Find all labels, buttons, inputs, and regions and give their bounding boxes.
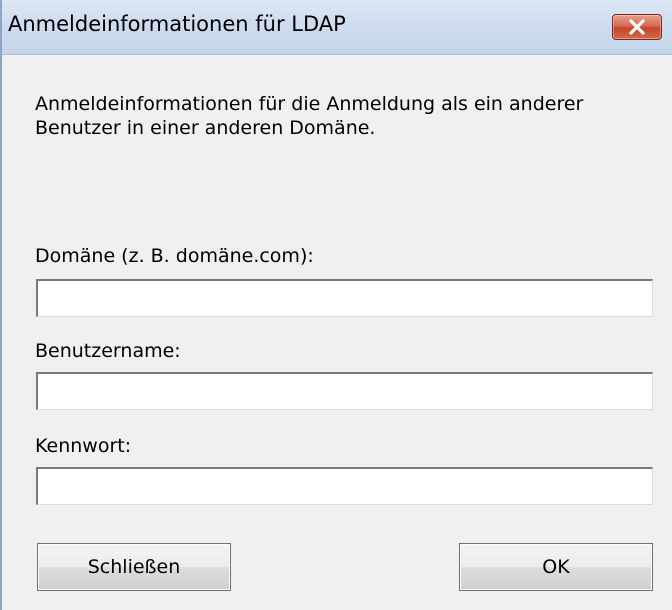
window-title: Anmeldeinformationen für LDAP: [8, 12, 346, 36]
close-window-button[interactable]: [612, 14, 662, 40]
description-text: Anmeldeinformationen für die Anmeldung a…: [35, 93, 584, 139]
username-label: Benutzername:: [35, 340, 181, 362]
ldap-credentials-dialog: Anmeldeinformationen für LDAP Anmeldeinf…: [0, 0, 672, 610]
password-label: Kennwort:: [35, 435, 132, 457]
domain-label: Domäne (z. B. domäne.com):: [35, 245, 314, 267]
password-input[interactable]: [36, 467, 653, 505]
ok-button[interactable]: OK: [459, 543, 653, 591]
close-icon: [629, 19, 645, 35]
title-bar[interactable]: Anmeldeinformationen für LDAP: [2, 0, 672, 55]
username-input[interactable]: [36, 372, 653, 410]
domain-input[interactable]: [36, 279, 653, 317]
close-button[interactable]: Schließen: [37, 543, 231, 591]
